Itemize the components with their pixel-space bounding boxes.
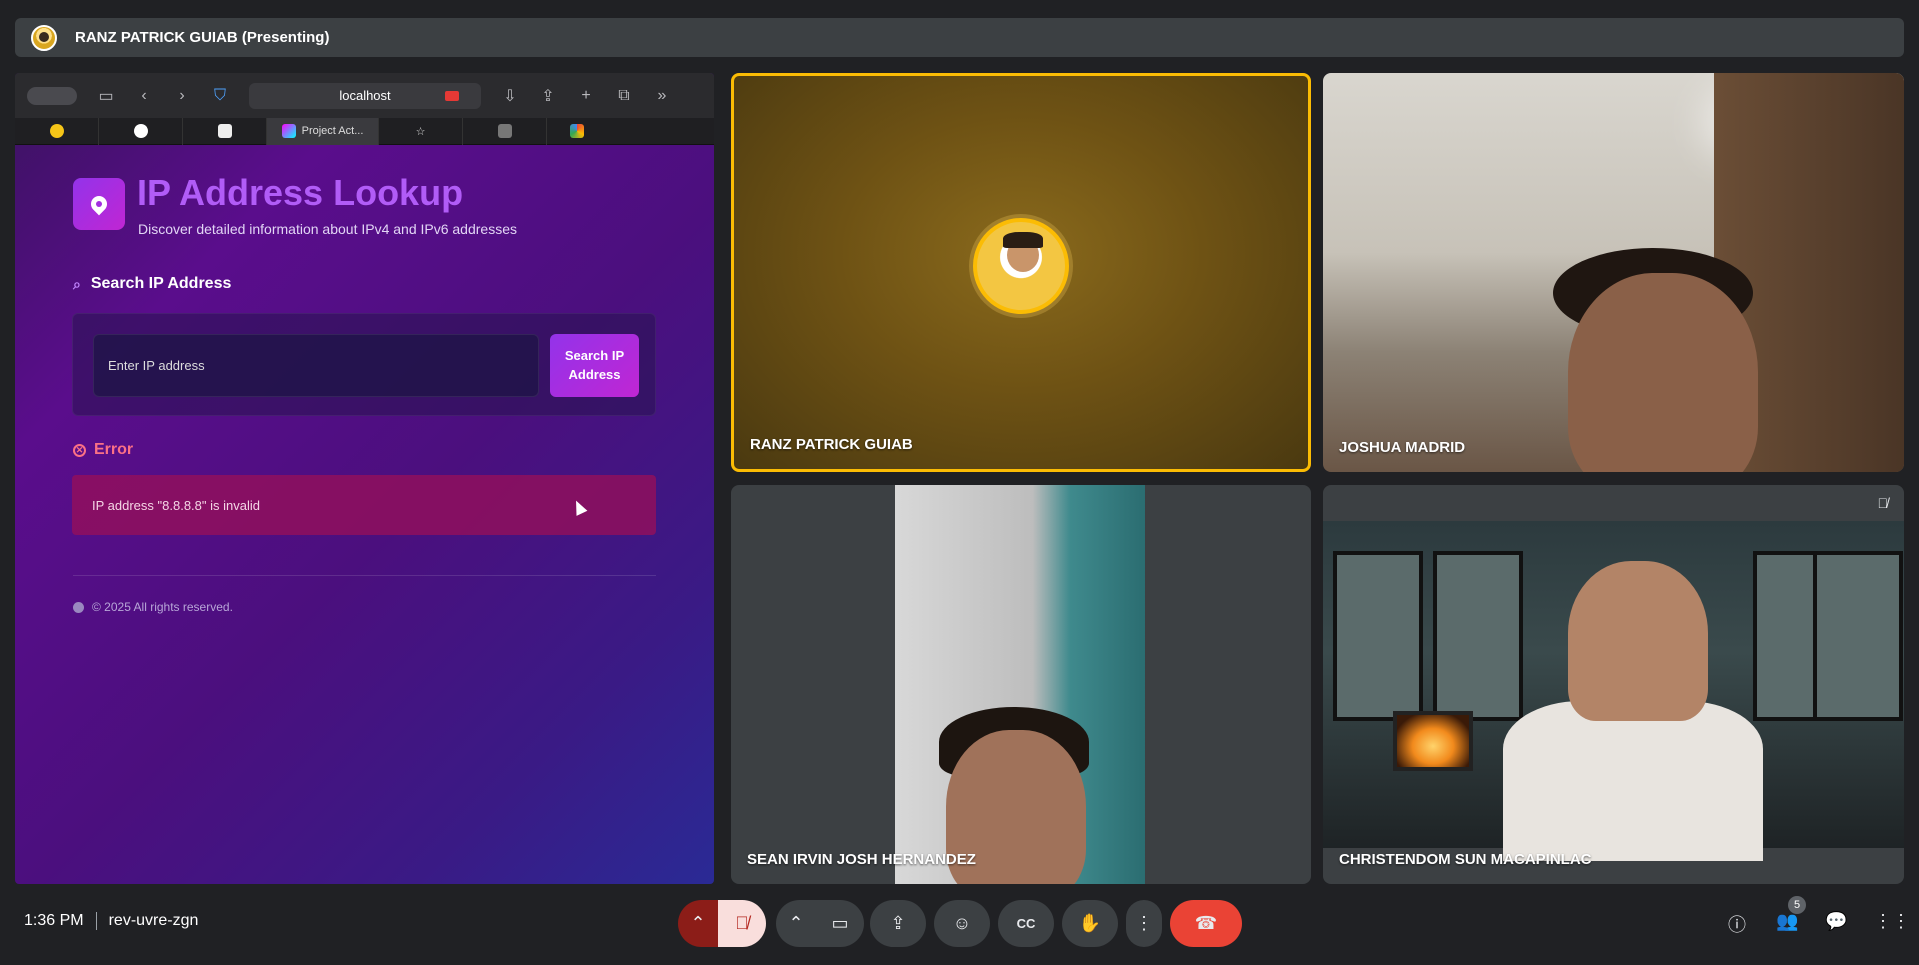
download-icon[interactable]: ⇩ bbox=[501, 87, 519, 105]
chat-icon[interactable]: 💬 bbox=[1825, 911, 1847, 932]
footer-icon bbox=[73, 601, 84, 613]
participant-video bbox=[1323, 521, 1904, 861]
activities-icon[interactable]: ⋮⋮ bbox=[1874, 911, 1910, 932]
end-call-icon: ☎ bbox=[1194, 913, 1218, 933]
chevron-up-icon: ⌃ bbox=[788, 913, 804, 933]
more-vert-icon: ⋮ bbox=[1135, 913, 1153, 933]
tab-2[interactable] bbox=[99, 117, 183, 145]
google-icon bbox=[570, 124, 584, 138]
tab-6[interactable] bbox=[463, 117, 547, 145]
present-button[interactable]: ⇪ bbox=[870, 900, 926, 947]
search-icon: ⌕ bbox=[73, 275, 81, 292]
participant-count-badge: 5 bbox=[1788, 896, 1806, 914]
footer-divider bbox=[73, 575, 656, 576]
mic-toggle-button[interactable]: 🎙̸ bbox=[718, 900, 766, 947]
participant-tile-3[interactable]: SEAN IRVIN JOSH HERNANDEZ bbox=[731, 485, 1311, 884]
url-text: localhost bbox=[339, 88, 391, 103]
search-card: Enter IP address Search IP Address bbox=[72, 313, 656, 416]
search-heading: ⌕ Search IP Address bbox=[73, 275, 231, 293]
active-tab-label: Project Act... bbox=[301, 125, 364, 137]
ip-input-placeholder: Enter IP address bbox=[108, 358, 205, 373]
mic-off-icon: 🎙̸ bbox=[1877, 495, 1889, 511]
meeting-controls-bar: 1:36 PM rev-uvre-zgn ⌃ 🎙̸ ⌃ ▭ ⇪ ☺ CC ✋ ⋮… bbox=[0, 896, 1919, 965]
error-heading: ✕ Error bbox=[73, 441, 133, 459]
emoji-icon bbox=[49, 124, 64, 138]
shield-icon[interactable]: ⛉ bbox=[211, 87, 229, 105]
participant-name: JOSHUA MADRID bbox=[1339, 439, 1466, 456]
tab-1[interactable] bbox=[15, 117, 99, 145]
forward-icon[interactable]: › bbox=[173, 87, 191, 105]
audio-options-button[interactable]: ⌃ bbox=[678, 900, 718, 947]
window-controls[interactable] bbox=[27, 86, 77, 105]
screen-share: ▭ ‹ › ⛉ localhost ⇩ ⇪ + ⧉ » Project Act.… bbox=[15, 73, 714, 884]
participant-name: SEAN IRVIN JOSH HERNANDEZ bbox=[747, 851, 976, 868]
mic-off-icon: 🎙̸ bbox=[735, 913, 749, 933]
location-pin-icon bbox=[73, 178, 125, 230]
share-icon[interactable]: ⇪ bbox=[539, 87, 557, 105]
leave-call-button[interactable]: ☎ bbox=[1170, 900, 1242, 947]
video-options-button[interactable]: ⌃ bbox=[776, 900, 816, 947]
more-options-button[interactable]: ⋮ bbox=[1126, 900, 1162, 947]
tab-3[interactable] bbox=[183, 117, 267, 145]
app-title: IP Address Lookup bbox=[137, 172, 464, 213]
browser-toolbar: ▭ ‹ › ⛉ localhost ⇩ ⇪ + ⧉ » bbox=[15, 73, 714, 118]
participant-name: RANZ PATRICK GUIAB bbox=[750, 436, 913, 453]
present-screen-icon: ⇪ bbox=[890, 913, 906, 933]
tab-7[interactable] bbox=[547, 118, 607, 145]
app-icon bbox=[217, 124, 232, 138]
presenter-avatar bbox=[31, 24, 57, 51]
captions-button[interactable]: CC bbox=[998, 900, 1054, 947]
meeting-time: 1:36 PM bbox=[24, 912, 84, 929]
raise-hand-button[interactable]: ✋ bbox=[1062, 900, 1118, 947]
tabs-overview-icon[interactable]: ⧉ bbox=[615, 87, 633, 105]
l-icon bbox=[497, 124, 512, 138]
presenter-banner: RANZ PATRICK GUIAB (Presenting) bbox=[15, 18, 1904, 57]
camera-toggle-button[interactable]: ▭ bbox=[816, 900, 864, 947]
back-icon[interactable]: ‹ bbox=[135, 87, 153, 105]
error-icon: ✕ bbox=[73, 443, 86, 457]
error-heading-text: Error bbox=[94, 441, 134, 458]
recording-icon bbox=[445, 90, 459, 101]
more-icon[interactable]: » bbox=[653, 87, 671, 105]
footer: © 2025 All rights reserved. bbox=[73, 600, 233, 614]
search-ip-button[interactable]: Search IP Address bbox=[550, 334, 639, 397]
meeting-info: 1:36 PM rev-uvre-zgn bbox=[24, 912, 198, 930]
captions-icon: CC bbox=[1016, 916, 1036, 931]
ip-input[interactable]: Enter IP address bbox=[93, 334, 539, 397]
sidebar-icon[interactable]: ▭ bbox=[97, 87, 115, 105]
participant-tile-2[interactable]: JOSHUA MADRID bbox=[1323, 73, 1904, 472]
new-tab-icon[interactable]: + bbox=[577, 87, 595, 105]
meeting-code: rev-uvre-zgn bbox=[108, 912, 199, 929]
people-icon[interactable]: 👥 bbox=[1776, 911, 1798, 932]
github-icon bbox=[133, 124, 148, 138]
video-camera-icon: ▭ bbox=[831, 913, 849, 933]
participant-tile-1[interactable]: RANZ PATRICK GUIAB bbox=[731, 73, 1311, 472]
reactions-button[interactable]: ☺ bbox=[934, 900, 990, 947]
tab-5[interactable]: ☆ bbox=[379, 117, 463, 145]
tab-bar: Project Act... ☆ bbox=[15, 117, 714, 145]
app-subtitle: Discover detailed information about IPv4… bbox=[138, 221, 517, 237]
participant-video bbox=[1568, 273, 1758, 472]
chevron-up-icon: ⌃ bbox=[690, 913, 706, 933]
participant-avatar bbox=[969, 214, 1073, 318]
emoji-icon: ☺ bbox=[952, 913, 972, 933]
presenter-name: RANZ PATRICK GUIAB (Presenting) bbox=[75, 29, 330, 46]
footer-text: © 2025 All rights reserved. bbox=[92, 600, 233, 614]
info-icon[interactable]: ⓘ bbox=[1728, 911, 1746, 937]
participant-tile-4[interactable]: 🎙̸ CHRISTENDOM SUN MACAPINLAC bbox=[1323, 485, 1904, 884]
project-icon bbox=[281, 124, 296, 138]
address-bar[interactable]: localhost bbox=[249, 82, 481, 109]
star-icon: ☆ bbox=[415, 125, 426, 138]
error-message: IP address "8.8.8.8" is invalid bbox=[72, 475, 656, 535]
participant-name: CHRISTENDOM SUN MACAPINLAC bbox=[1339, 851, 1592, 868]
hand-icon: ✋ bbox=[1078, 913, 1102, 933]
tab-active[interactable]: Project Act... bbox=[267, 117, 379, 145]
search-heading-text: Search IP Address bbox=[90, 275, 232, 292]
